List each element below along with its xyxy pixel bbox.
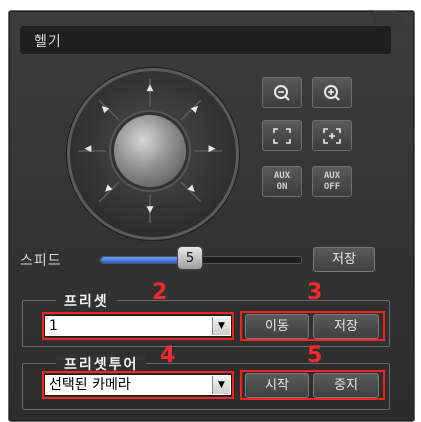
camera-title-bar: 헬기 (20, 26, 391, 54)
speed-save-button[interactable]: 저장 (313, 247, 375, 272)
zoom-in-icon (324, 85, 340, 101)
focus-far-button[interactable] (312, 120, 352, 151)
zoom-out-button[interactable] (262, 77, 302, 108)
pan-down-icon[interactable]: ▼ (144, 206, 156, 218)
marker-2: 2 (152, 280, 168, 305)
marker-5: 5 (307, 343, 323, 368)
preset-move-button[interactable]: 이동 (245, 314, 309, 339)
preset-group-title: 프리셋 (56, 291, 117, 311)
marker-4: 4 (160, 343, 176, 368)
speed-label: 스피드 (20, 253, 62, 269)
chevron-down-icon[interactable]: ▼ (212, 376, 230, 394)
preset-save-button[interactable]: 저장 (313, 314, 379, 339)
focus-near-button[interactable] (262, 120, 302, 151)
pan-left-icon[interactable]: ◀ (82, 145, 94, 157)
aux-off-label-bottom: OFF (323, 182, 341, 192)
preset-tour-select-value: 선택된 카메라 (49, 377, 131, 393)
preset-select[interactable]: 1 ▼ (44, 315, 232, 337)
preset-select-value: 1 (49, 318, 58, 334)
camera-title: 헬기 (34, 34, 62, 50)
aux-on-button[interactable]: AUX ON (262, 166, 302, 197)
ptz-direction-dial[interactable]: ▲ ▼ ◀ ▶ ▲ ▲ ▼ ▼ (67, 68, 239, 240)
aux-on-label-top: AUX (273, 171, 291, 181)
tour-start-button[interactable]: 시작 (245, 373, 309, 398)
speed-slider-knob[interactable]: 5 (177, 246, 203, 270)
aux-on-label-bottom: ON (276, 182, 288, 192)
zoom-out-icon (274, 85, 290, 101)
pan-up-icon[interactable]: ▲ (144, 84, 156, 96)
preset-tour-select[interactable]: 선택된 카메라 ▼ (44, 374, 232, 396)
tour-stop-button[interactable]: 중지 (313, 373, 379, 398)
chevron-down-icon[interactable]: ▼ (212, 317, 230, 335)
aux-off-label-top: AUX (323, 171, 341, 181)
pan-right-icon[interactable]: ▶ (206, 145, 218, 157)
focus-near-icon (273, 128, 291, 144)
zoom-in-button[interactable] (312, 77, 352, 108)
dial-center-hub[interactable] (114, 115, 186, 187)
marker-3: 3 (307, 280, 323, 305)
aux-off-button[interactable]: AUX OFF (312, 166, 352, 197)
focus-far-icon (323, 128, 341, 144)
